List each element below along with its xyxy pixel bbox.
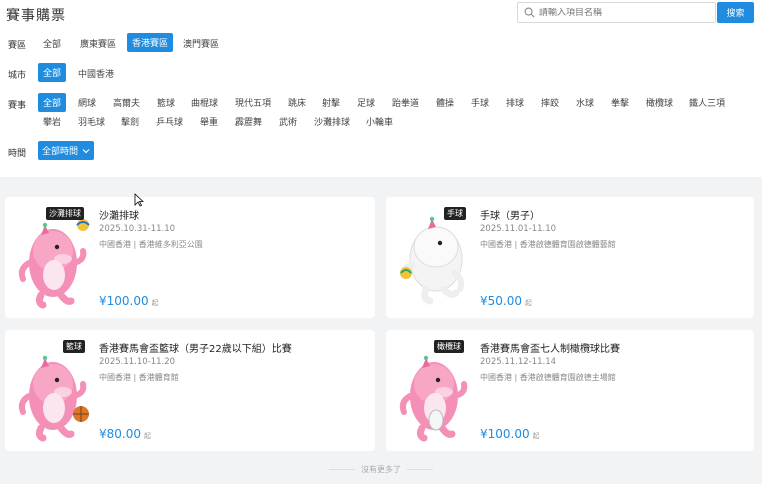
sport-option[interactable]: 曲棍球 [186, 93, 223, 111]
event-price: ¥100.00 起 [480, 427, 540, 441]
sport-option[interactable]: 高爾夫 [108, 93, 145, 111]
sport-option[interactable]: 跆拳道 [387, 93, 424, 111]
region-option-all[interactable]: 全部 [38, 34, 66, 52]
price-value: ¥50.00 [480, 294, 522, 308]
sport-option[interactable]: 手球 [466, 93, 494, 111]
city-option-all[interactable]: 全部 [38, 63, 67, 82]
region-option-macau[interactable]: 澳門賽區 [178, 34, 224, 52]
sport-label: 賽事 [8, 101, 27, 111]
price-suffix: 起 [151, 299, 159, 307]
mouse-cursor-icon [134, 193, 144, 207]
price-suffix: 起 [144, 432, 151, 440]
sport-option[interactable]: 武術 [274, 112, 302, 130]
price-value: ¥100.00 [99, 294, 149, 308]
region-option-hongkong[interactable]: 香港賽區 [127, 33, 174, 52]
event-date: 2025.11.10-11.20 [99, 357, 176, 367]
event-title: 香港賽馬會盃七人制橄欖球比賽 [480, 344, 620, 355]
time-dropdown-value: 全部時間 [41, 147, 78, 157]
city-label: 城市 [8, 71, 27, 81]
time-dropdown[interactable]: 全部時間 [38, 141, 94, 160]
event-price: ¥100.00 起 [99, 294, 159, 308]
sport-option[interactable]: 舉重 [195, 112, 223, 130]
event-date: 2025.11.01-11.10 [480, 224, 557, 234]
event-date: 2025.10.31-11.10 [99, 224, 176, 234]
sport-option[interactable]: 羽毛球 [73, 112, 110, 130]
price-suffix: 起 [532, 432, 540, 440]
chevron-down-icon [82, 148, 90, 153]
event-price: ¥80.00 起 [99, 427, 151, 441]
event-venue: 中國香港 | 香港體育館 [99, 373, 179, 382]
sport-option[interactable]: 排球 [501, 93, 529, 111]
sport-option[interactable]: 網球 [73, 93, 101, 111]
event-tag: 橄欖球 [434, 340, 464, 353]
price-value: ¥100.00 [480, 427, 530, 441]
sport-option[interactable]: 全部 [38, 93, 67, 112]
event-tag: 手球 [444, 207, 466, 220]
sport-option[interactable]: 擊劍 [116, 112, 144, 130]
search-box[interactable] [517, 2, 716, 23]
event-card[interactable]: 沙灘排球 沙灘排球 2025.10.31-11.10 中國香港 | 香港維多利亞… [5, 197, 375, 318]
sport-option[interactable]: 摔跤 [536, 93, 564, 111]
sport-option[interactable]: 水球 [571, 93, 599, 111]
list-end-text: 沒有更多了 [0, 464, 762, 475]
event-tag: 籃球 [63, 340, 85, 353]
sport-option[interactable]: 足球 [352, 93, 380, 111]
event-title: 香港賽馬會盃籃球（男子22歲以下組）比賽 [99, 344, 292, 355]
sport-option[interactable]: 橄欖球 [641, 93, 678, 111]
region-option-guangdong[interactable]: 廣東賽區 [75, 34, 121, 52]
sport-option[interactable]: 攀岩 [38, 112, 66, 130]
page-title: 賽事購票 [6, 8, 66, 24]
sport-option[interactable]: 小輪車 [361, 112, 398, 130]
event-venue: 中國香港 | 香港維多利亞公園 [99, 240, 203, 249]
event-card[interactable]: 手球 手球（男子） 2025.11.01-11.10 中國香港 | 香港啟德體育… [386, 197, 754, 318]
sport-option[interactable]: 沙灘排球 [309, 112, 355, 130]
event-title: 手球（男子） [480, 211, 540, 222]
filter-panel: 賽事購票 搜索 賽區 全部 廣東賽區 香港賽區 澳門賽區 城市 全部 中國香港 … [0, 0, 762, 177]
region-label: 賽區 [8, 41, 27, 51]
sport-option[interactable]: 跳床 [283, 93, 311, 111]
event-tag: 沙灘排球 [46, 207, 84, 220]
event-venue: 中國香港 | 香港啟德體育園啟德主場館 [480, 373, 616, 382]
search-icon [524, 7, 535, 18]
sport-option[interactable]: 霹靂舞 [230, 112, 267, 130]
city-option-hongkong[interactable]: 中國香港 [73, 64, 119, 82]
sport-option[interactable]: 拳擊 [606, 93, 634, 111]
search-input[interactable] [539, 7, 709, 18]
time-label: 時間 [8, 149, 27, 159]
price-value: ¥80.00 [99, 427, 141, 441]
event-venue: 中國香港 | 香港啟德體育園啟德體藝館 [480, 240, 616, 249]
event-title: 沙灘排球 [99, 211, 139, 222]
event-price: ¥50.00 起 [480, 294, 532, 308]
sport-option[interactable]: 乒乓球 [151, 112, 188, 130]
event-card[interactable]: 籃球 香港賽馬會盃籃球（男子22歲以下組）比賽 2025.11.10-11.20… [5, 330, 375, 451]
event-date: 2025.11.12-11.14 [480, 357, 557, 367]
sport-option[interactable]: 籃球 [152, 93, 180, 111]
sport-option[interactable]: 鐵人三項 [684, 93, 730, 111]
sport-option[interactable]: 現代五項 [230, 93, 276, 111]
price-suffix: 起 [525, 299, 532, 307]
search-button[interactable]: 搜索 [717, 2, 754, 23]
sport-option[interactable]: 體操 [431, 93, 459, 111]
event-card[interactable]: 橄欖球 香港賽馬會盃七人制橄欖球比賽 2025.11.12-11.14 中國香港… [386, 330, 754, 451]
sport-option[interactable]: 射擊 [317, 93, 345, 111]
